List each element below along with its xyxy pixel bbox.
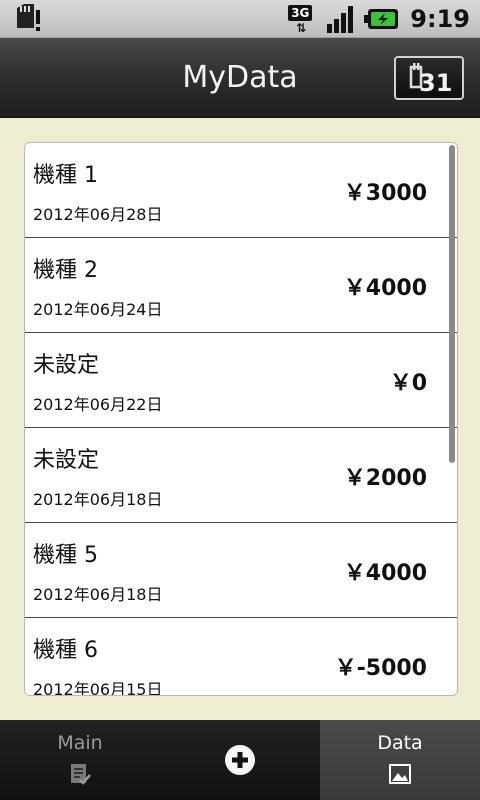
- item-date: 2012年06月24日: [33, 300, 163, 319]
- item-amount: ￥-5000: [334, 656, 427, 681]
- item-amount: ￥4000: [343, 276, 427, 301]
- tab-main[interactable]: Main: [0, 720, 160, 800]
- list-item[interactable]: 機種 1 2012年06月28日 ￥3000: [25, 143, 457, 238]
- tab-add[interactable]: [160, 720, 320, 800]
- item-amount: ￥3000: [343, 181, 427, 206]
- status-bar: 3G ⇅ 9:19: [0, 0, 480, 38]
- status-time: 9:19: [410, 5, 470, 33]
- tab-data[interactable]: Data: [320, 720, 480, 800]
- item-date: 2012年06月28日: [33, 205, 163, 224]
- list-item[interactable]: 機種 6 2012年06月15日 ￥-5000: [25, 618, 457, 696]
- tab-bar: Main Data: [0, 720, 480, 800]
- item-date: 2012年06月22日: [33, 395, 163, 414]
- item-date: 2012年06月18日: [33, 490, 163, 509]
- item-name: 機種 2: [33, 258, 98, 283]
- list-scrollbar[interactable]: [449, 145, 455, 463]
- battery-charging-icon: [364, 7, 400, 31]
- item-amount: ￥2000: [343, 466, 427, 491]
- sd-card-warning-icon: [14, 4, 42, 34]
- list-item[interactable]: 機種 2 2012年06月24日 ￥4000: [25, 238, 457, 333]
- add-circle-icon: [224, 744, 256, 776]
- network-3g-icon: 3G ⇅: [288, 3, 320, 35]
- item-name: 未設定: [33, 353, 100, 378]
- document-check-icon: [68, 762, 92, 786]
- tab-main-label: Main: [57, 732, 103, 754]
- data-list[interactable]: 機種 1 2012年06月28日 ￥3000 機種 2 2012年06月24日 …: [24, 142, 458, 696]
- app-header: MyData 31: [0, 38, 480, 118]
- calendar-button-label: 31: [419, 69, 452, 95]
- calendar-button[interactable]: 31: [394, 56, 464, 100]
- item-name: 機種 6: [33, 638, 98, 663]
- tab-data-label: Data: [377, 732, 423, 754]
- calendar-icon: 31: [409, 63, 452, 95]
- item-name: 未設定: [33, 448, 100, 473]
- item-date: 2012年06月18日: [33, 585, 163, 604]
- item-date: 2012年06月15日: [33, 680, 163, 696]
- item-name: 機種 5: [33, 543, 98, 568]
- content-area: 機種 1 2012年06月28日 ￥3000 機種 2 2012年06月24日 …: [0, 118, 480, 720]
- list-item[interactable]: 未設定 2012年06月18日 ￥2000: [25, 428, 457, 523]
- image-icon: [388, 762, 412, 786]
- item-name: 機種 1: [33, 163, 98, 188]
- list-item[interactable]: 機種 5 2012年06月18日 ￥4000: [25, 523, 457, 618]
- signal-strength-icon: [326, 4, 358, 34]
- item-amount: ￥4000: [343, 561, 427, 586]
- item-amount: ￥0: [389, 371, 427, 396]
- list-item[interactable]: 未設定 2012年06月22日 ￥0: [25, 333, 457, 428]
